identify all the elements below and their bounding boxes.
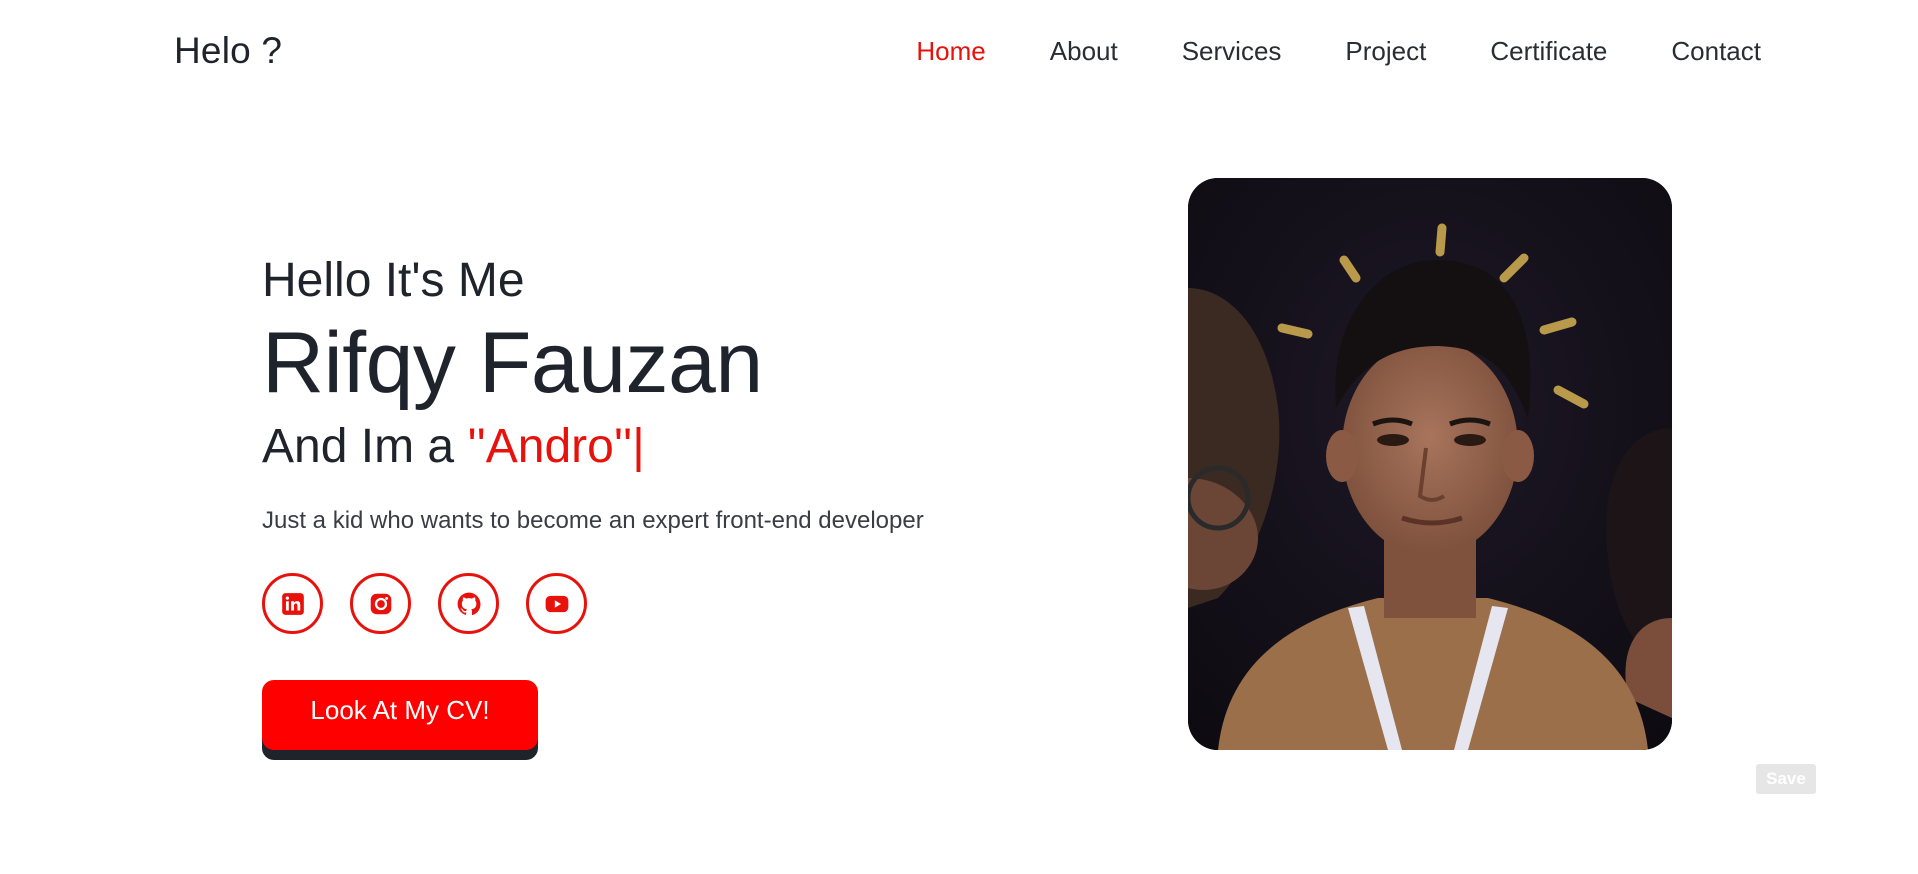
typing-cursor: |: [632, 419, 645, 473]
linkedin-icon: [281, 593, 304, 615]
nav-certificate[interactable]: Certificate: [1490, 36, 1607, 67]
hero-section: Hello It's Me Rifqy Fauzan And Im a ''An…: [262, 252, 1062, 751]
github-link[interactable]: [438, 573, 499, 635]
instagram-link[interactable]: [350, 573, 411, 635]
page: Helo ? Home About Services Project Certi…: [0, 0, 1918, 874]
social-links: [262, 573, 1062, 635]
github-icon: [457, 592, 480, 616]
hero-tagline: Just a kid who wants to become an expert…: [262, 507, 924, 535]
youtube-link[interactable]: [526, 573, 587, 635]
nav-project[interactable]: Project: [1345, 36, 1426, 67]
site-logo[interactable]: Helo ?: [174, 30, 282, 72]
hero-greeting: Hello It's Me: [262, 254, 525, 307]
role-prefix: And Im a: [262, 419, 468, 473]
linkedin-link[interactable]: [262, 573, 323, 635]
hero-name: Rifqy Fauzan: [262, 314, 763, 411]
nav-home[interactable]: Home: [916, 36, 985, 67]
main-nav: Home About Services Project Certificate …: [852, 36, 1761, 67]
nav-contact[interactable]: Contact: [1671, 36, 1761, 67]
role-highlight: ''Andro'': [467, 419, 633, 473]
hero-role: And Im a ''Andro''|: [262, 418, 1062, 476]
look-at-cv-button[interactable]: Look At My CV!: [262, 680, 538, 751]
nav-services[interactable]: Services: [1182, 36, 1282, 67]
youtube-icon: [545, 595, 568, 613]
profile-photo: [1188, 178, 1672, 750]
instagram-icon: [370, 593, 391, 615]
nav-about[interactable]: About: [1050, 36, 1118, 67]
save-button[interactable]: Save: [1756, 764, 1816, 794]
